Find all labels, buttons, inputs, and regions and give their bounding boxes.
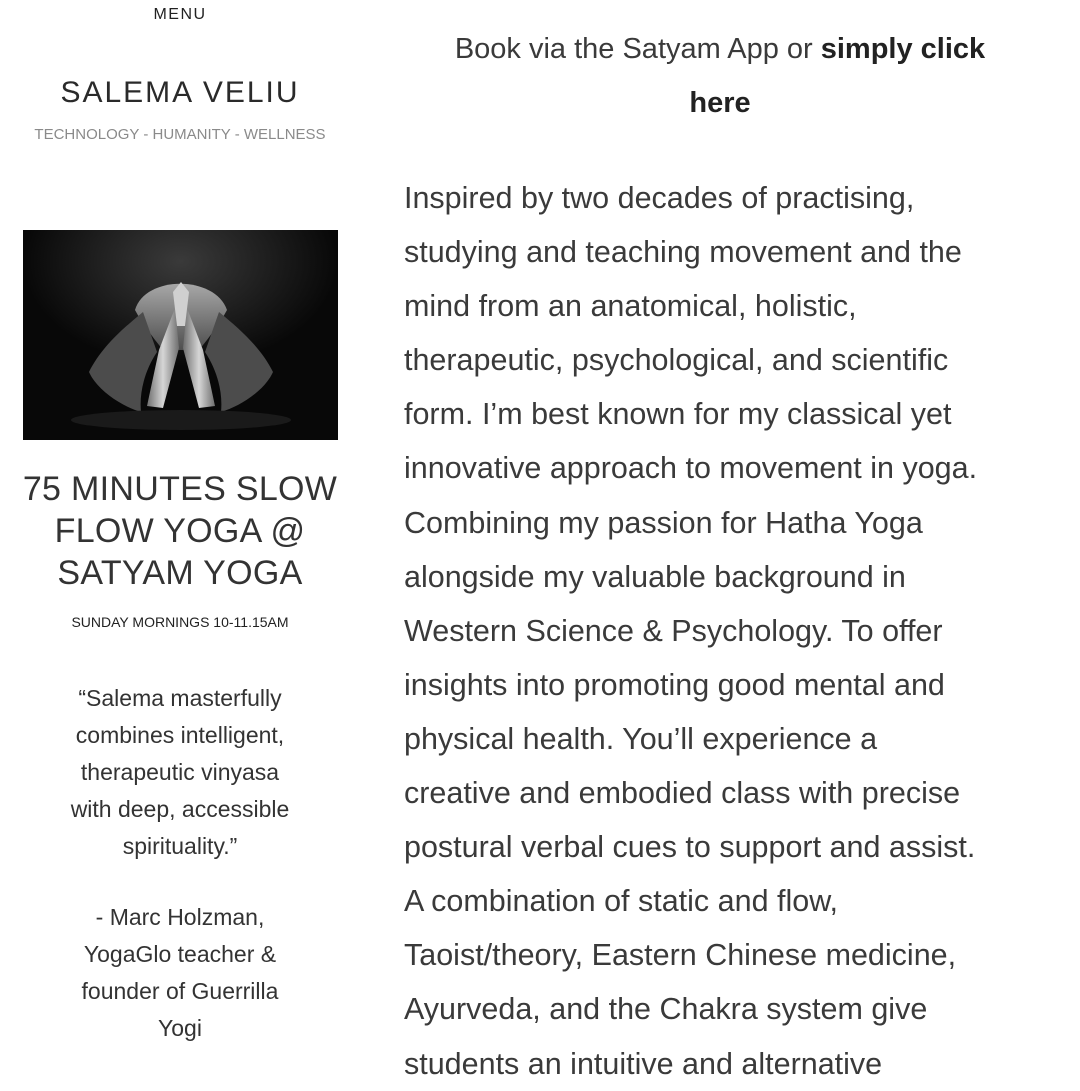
booking-link-here[interactable]: here bbox=[689, 87, 750, 119]
bio-line: insights into promoting good mental and bbox=[404, 667, 945, 702]
class-title-line: FLOW YOGA @ bbox=[54, 512, 306, 550]
quote-line: “Salema masterfully bbox=[78, 685, 282, 711]
bio-line: form. I’m best known for my classical ye… bbox=[404, 397, 952, 432]
bio-line: Inspired by two decades of practising, bbox=[404, 181, 915, 215]
testimonial-quote: “Salema masterfully combines intelligent… bbox=[40, 680, 320, 865]
bio-line: studying and teaching movement and the bbox=[404, 235, 962, 270]
attribution-line: founder of Guerrilla bbox=[81, 978, 279, 1004]
booking-text: Book via the Satyam App or bbox=[454, 33, 821, 65]
bio-line: Western Science & Psychology. To offer bbox=[404, 613, 943, 648]
attribution-line: - Marc Holzman, bbox=[95, 904, 265, 930]
quote-line: therapeutic vinyasa bbox=[80, 759, 280, 785]
main-content: Book via the Satyam App or simply click h… bbox=[360, 0, 1080, 1081]
class-title: 75 MINUTES SLOW FLOW YOGA @ SATYAM YOGA bbox=[20, 468, 340, 594]
hero-image bbox=[23, 230, 338, 440]
bio-line: Taoist/theory, Eastern Chinese medicine, bbox=[404, 938, 957, 973]
class-title-line: SATYAM YOGA bbox=[57, 554, 303, 592]
bio-line: creative and embodied class with precise bbox=[404, 776, 961, 811]
bio-line: A combination of static and flow, bbox=[404, 884, 839, 919]
bio-line: alongside my valuable background in bbox=[404, 559, 906, 594]
bio-line: postural verbal cues to support and assi… bbox=[404, 830, 976, 865]
sidebar: MENU SALEMA VELIU TECHNOLOGY - HUMANITY … bbox=[0, 0, 360, 1080]
booking-call-to-action: Book via the Satyam App or simply click h… bbox=[400, 22, 1040, 130]
site-tagline: TECHNOLOGY - HUMANITY - WELLNESS bbox=[34, 126, 326, 143]
bio-line: Ayurveda, and the Chakra system give bbox=[404, 992, 928, 1027]
quote-line: with deep, accessible bbox=[70, 796, 290, 822]
menu-button[interactable]: MENU bbox=[0, 6, 360, 24]
bio-line: innovative approach to movement in yoga. bbox=[404, 451, 978, 486]
quote-line: spirituality.” bbox=[122, 833, 238, 859]
bio-line: mind from an anatomical, holistic, bbox=[404, 289, 857, 324]
site-title[interactable]: SALEMA VELIU bbox=[0, 76, 360, 110]
attribution-line: Yogi bbox=[158, 1015, 202, 1041]
bio-line: physical health. You’ll experience a bbox=[404, 721, 878, 756]
class-title-line: 75 MINUTES SLOW bbox=[22, 470, 338, 508]
class-schedule: SUNDAY MORNINGS 10-11.15AM bbox=[71, 614, 289, 630]
bio-line: therapeutic, psychological, and scientif… bbox=[404, 343, 949, 378]
bio-line: students an intuitive and alternative bbox=[404, 1046, 883, 1081]
attribution-line: YogaGlo teacher & bbox=[83, 941, 277, 967]
yoga-pose-photo bbox=[23, 230, 338, 440]
bio-line: Combining my passion for Hatha Yoga bbox=[404, 505, 923, 540]
testimonial-attribution: - Marc Holzman, YogaGlo teacher & founde… bbox=[40, 899, 320, 1047]
booking-link[interactable]: simply click bbox=[821, 33, 985, 65]
bio-paragraph: Inspired by two decades of practising, s… bbox=[404, 171, 1044, 1091]
quote-line: combines intelligent, bbox=[75, 722, 285, 748]
